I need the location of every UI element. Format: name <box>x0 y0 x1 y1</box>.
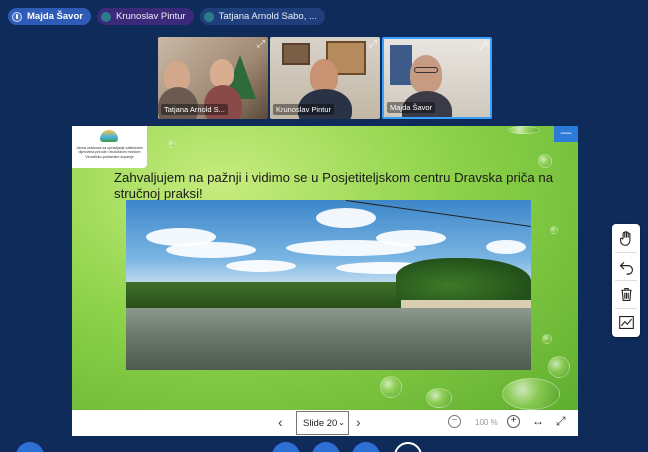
video-name-label: Majda Šavor <box>387 102 436 113</box>
minimize-button[interactable]: — <box>554 126 578 142</box>
fullscreen-button[interactable]: ⤢ <box>556 414 566 429</box>
video-tile[interactable]: ⤢ Tatjana Arnold S... <box>158 37 268 119</box>
participant-list: Majda Šavor Krunoslav Pintur Tatjana Arn… <box>8 8 325 25</box>
video-tile[interactable]: ⤢ Krunoslav Pintur <box>270 37 380 119</box>
video-tile[interactable]: ⤢ Majda Šavor <box>382 37 492 119</box>
slide-navigation: ‹ Slide 20 ⌄ › − 100 % + ↔ ⤢ <box>72 410 578 436</box>
audio-button[interactable] <box>312 442 340 452</box>
zoom-level: 100 % <box>475 418 498 427</box>
slide-title: Zahvaljujem na pažnji i vidimo se u Posj… <box>114 170 554 201</box>
fit-width-button[interactable]: ↔ <box>532 414 544 428</box>
avatar <box>203 11 214 22</box>
user-actions-button[interactable] <box>16 442 44 452</box>
zoom-in-button[interactable]: + <box>507 415 520 428</box>
expand-icon[interactable]: ⤢ <box>479 41 487 52</box>
participant-name: Majda Šavor <box>27 11 83 22</box>
delete-button[interactable] <box>614 282 638 306</box>
participant-name: Tatjana Arnold Sabo, ... <box>218 11 317 22</box>
previous-slide-button[interactable]: ‹ <box>278 414 283 430</box>
chevron-down-icon: ⌄ <box>338 418 345 427</box>
slide-select-label: Slide 20 <box>303 417 338 429</box>
slide-select[interactable]: Slide 20 ⌄ <box>296 411 349 435</box>
logo: Javna ustanova za upravljanje zaštićenim… <box>72 126 147 168</box>
presentation-toolbar <box>612 224 640 337</box>
video-name-label: Krunoslav Pintur <box>273 104 335 115</box>
video-feed <box>390 45 412 85</box>
presentation-slide[interactable]: Javna ustanova za upravljanje zaštićenim… <box>72 126 578 410</box>
logo-icon <box>100 130 118 142</box>
undo-icon <box>619 261 633 275</box>
hand-tool-button[interactable] <box>614 226 638 250</box>
video-name-label: Tatjana Arnold S... <box>161 104 228 115</box>
participant-pill[interactable]: Majda Šavor <box>8 8 91 25</box>
camera-button[interactable] <box>352 442 380 452</box>
participant-name: Krunoslav Pintur <box>115 11 186 22</box>
logo-text: Javna ustanova za upravljanje zaštićenim… <box>76 146 143 159</box>
hand-icon <box>619 230 630 246</box>
expand-icon[interactable]: ⤢ <box>257 39 265 50</box>
screen-share-button[interactable] <box>394 442 422 452</box>
expand-icon[interactable]: ⤢ <box>369 39 377 50</box>
avatar <box>100 11 111 22</box>
participant-pill[interactable]: Krunoslav Pintur <box>96 8 194 25</box>
microphone-icon <box>12 11 22 22</box>
participant-pill[interactable]: Tatjana Arnold Sabo, ... <box>199 8 325 25</box>
microphone-button[interactable] <box>272 442 300 452</box>
zoom-out-button[interactable]: − <box>448 415 461 428</box>
next-slide-button[interactable]: › <box>356 414 361 430</box>
undo-button[interactable] <box>614 254 638 278</box>
chart-line-icon <box>618 315 634 329</box>
video-feed <box>282 43 310 65</box>
slide-image <box>126 200 531 370</box>
whiteboard-button[interactable] <box>614 310 638 334</box>
trash-icon <box>620 287 632 301</box>
